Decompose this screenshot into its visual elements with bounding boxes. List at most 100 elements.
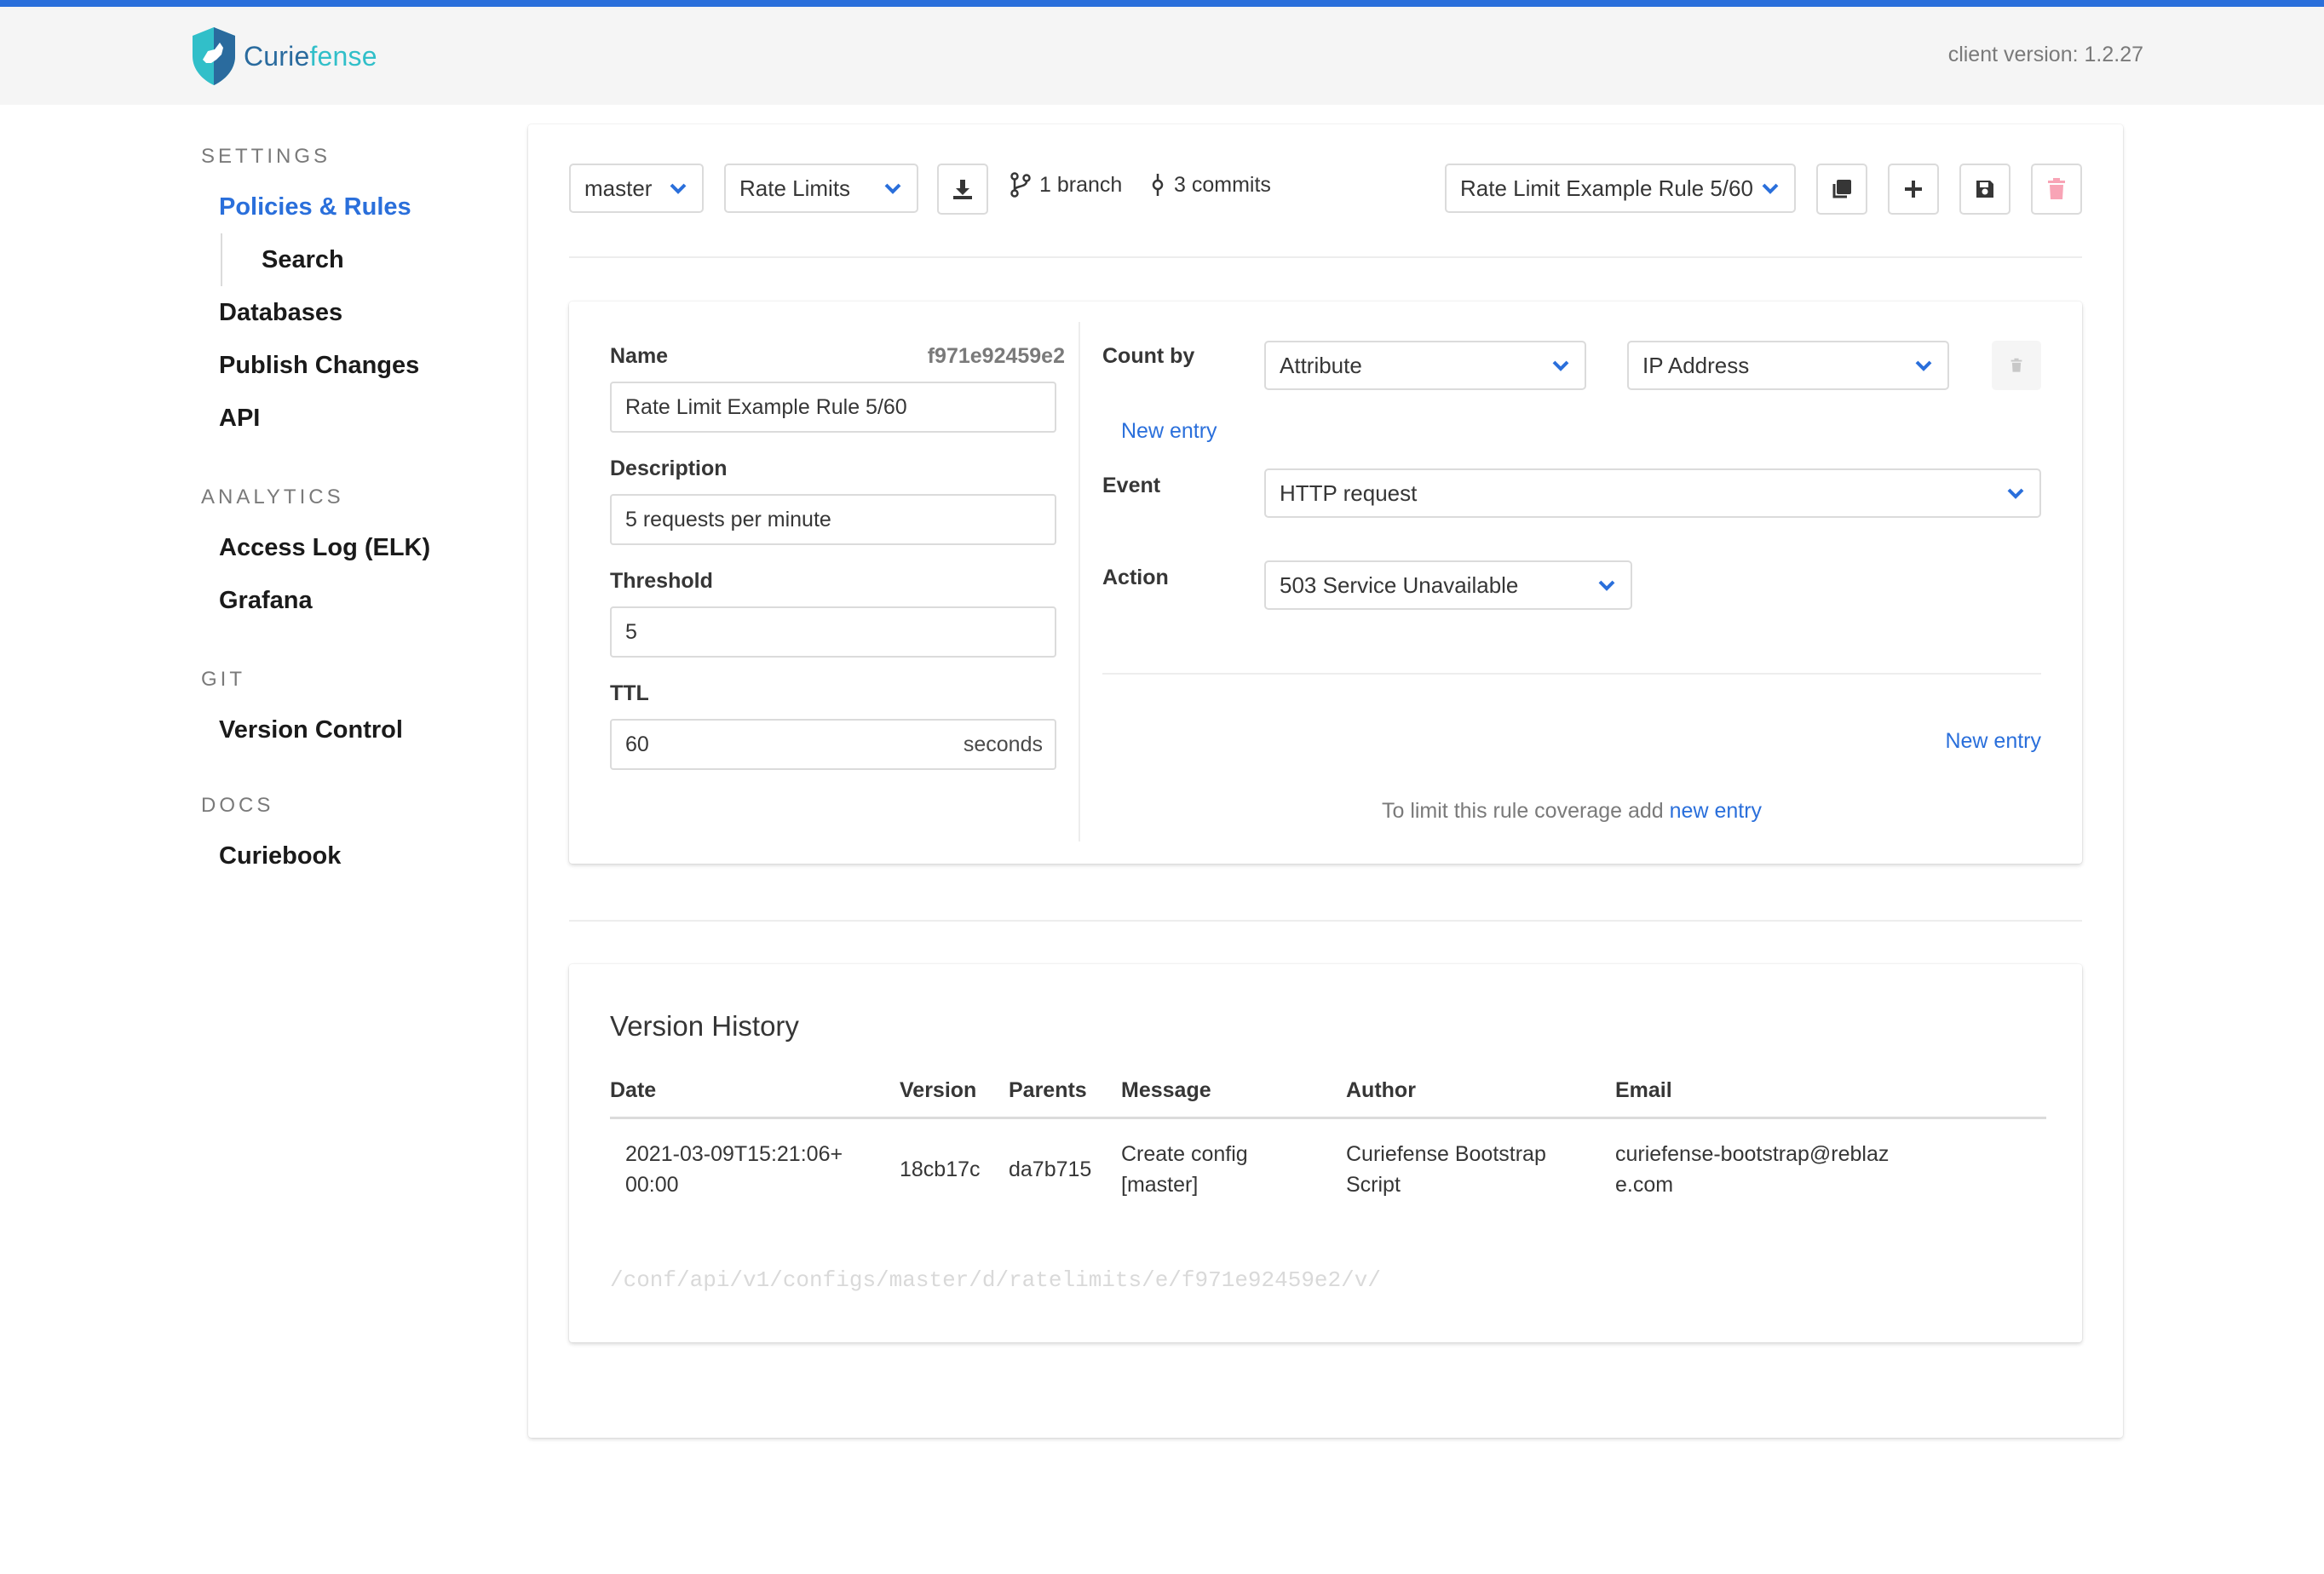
menu-item-api[interactable]: API [201, 392, 508, 445]
menu-label-settings: SETTINGS [201, 145, 331, 168]
shield-logo-icon [193, 27, 235, 85]
event-select[interactable]: HTTP request [1264, 468, 2041, 518]
menu-label-docs: DOCS [201, 794, 274, 817]
menu-item-version-control[interactable]: Version Control [201, 704, 508, 756]
action-value: 503 Service Unavailable [1280, 572, 1519, 598]
menu-item-databases[interactable]: Databases [201, 286, 508, 339]
chevron-down-icon [670, 165, 687, 211]
document-select-value: Rate Limit Example Rule 5/60 [1460, 175, 1753, 201]
menu-group-docs: DOCS Curiebook [201, 794, 508, 882]
column-header-author: Author [1346, 1065, 1615, 1119]
menu-item-grafana[interactable]: Grafana [201, 574, 508, 627]
menu-label-git: GIT [201, 668, 245, 691]
version-history-table: Date Version Parents Message Author Emai… [610, 1065, 2046, 1220]
trash-icon [2010, 358, 2022, 372]
threshold-input[interactable]: 5 [610, 606, 1056, 658]
logo-text: Curiefense [244, 40, 377, 72]
duplicate-button[interactable] [1816, 164, 1867, 215]
coverage-hint-text: To limit this rule coverage add [1381, 799, 1664, 823]
chevron-down-icon [1552, 342, 1569, 388]
event-label: Event [1102, 474, 1161, 497]
menu-item-publish-changes[interactable]: Publish Changes [201, 339, 508, 392]
commit-count-label: 3 commits [1174, 172, 1271, 197]
name-input[interactable]: Rate Limit Example Rule 5/60 [610, 382, 1056, 433]
menu-item-access-log[interactable]: Access Log (ELK) [201, 521, 508, 574]
threshold-label: Threshold [610, 569, 713, 593]
cell-email: curiefense-bootstrap@reblaze.com [1615, 1141, 1890, 1197]
doc-type-select-value: Rate Limits [739, 175, 851, 201]
delete-button[interactable] [2031, 164, 2082, 215]
header: Curiefense client version: 1.2.27 [0, 7, 2324, 105]
count-by-value: IP Address [1642, 353, 1750, 378]
toolbar-divider [569, 256, 2082, 258]
code-branch-icon [1010, 172, 1031, 198]
count-by-type-select[interactable]: Attribute [1264, 341, 1586, 390]
coverage-hint: To limit this rule coverage add new entr… [1102, 799, 2041, 824]
chevron-down-icon [1598, 562, 1615, 608]
column-header-email: Email [1615, 1065, 2046, 1119]
add-button[interactable] [1888, 164, 1939, 215]
menu-group-analytics: ANALYTICS Access Log (ELK) Grafana [201, 485, 508, 627]
ttl-unit: seconds [963, 732, 1043, 756]
rate-limit-form-card: Name f971e92459e2 Rate Limit Example Rul… [569, 302, 2082, 864]
menu-label-analytics: ANALYTICS [201, 485, 344, 508]
action-label: Action [1102, 566, 1169, 589]
version-history-card: Version History Date Version Parents Mes… [569, 964, 2082, 1342]
sidebar: SETTINGS Policies & Rules Search Databas… [201, 145, 508, 923]
new-count-by-entry-link[interactable]: New entry [1121, 419, 1217, 444]
document-id: f971e92459e2 [927, 344, 1065, 368]
column-divider [1079, 322, 1080, 842]
main-card: master Rate Limits 1 branch 3 commits Ra… [528, 124, 2123, 1438]
coverage-new-entry-link[interactable]: new entry [1670, 799, 1762, 823]
count-by-value-select[interactable]: IP Address [1627, 341, 1949, 390]
table-row[interactable]: 2021-03-09T15:21:06+00:00 18cb17c da7b71… [610, 1117, 2046, 1220]
section-divider [569, 920, 2082, 922]
form-divider [1102, 673, 2041, 675]
trash-icon [2048, 178, 2065, 199]
column-header-message: Message [1121, 1065, 1346, 1119]
api-path[interactable]: /conf/api/v1/configs/master/d/ratelimits… [610, 1267, 1381, 1293]
table-header-row: Date Version Parents Message Author Emai… [610, 1065, 2046, 1119]
top-accent-bar [0, 0, 2324, 7]
count-by-label: Count by [1102, 344, 1195, 368]
client-version: client version: 1.2.27 [1947, 43, 2143, 66]
action-select[interactable]: 503 Service Unavailable [1264, 560, 1632, 610]
menu-group-settings: SETTINGS Policies & Rules Search Databas… [201, 145, 508, 445]
ttl-value: 60 [625, 732, 649, 756]
branch-select-value: master [584, 175, 653, 201]
ttl-label: TTL [610, 681, 649, 705]
count-by-type-value: Attribute [1280, 353, 1362, 378]
cell-message: Create config [master] [1121, 1141, 1248, 1197]
doc-type-select[interactable]: Rate Limits [724, 164, 918, 213]
chevron-down-icon [1915, 342, 1932, 388]
logo[interactable]: Curiefense [189, 26, 377, 87]
new-entry-link[interactable]: New entry [1945, 729, 2041, 754]
remove-count-by-button[interactable] [1992, 341, 2041, 390]
plus-icon [1905, 181, 1922, 198]
branch-select[interactable]: master [569, 164, 704, 213]
ttl-input[interactable]: 60 seconds [610, 719, 1056, 770]
description-label: Description [610, 457, 728, 480]
copy-icon [1832, 180, 1851, 198]
name-label: Name [610, 344, 669, 368]
version-history-title: Version History [610, 1010, 799, 1042]
menu-item-search[interactable]: Search [221, 233, 508, 286]
cell-date: 2021-03-09T15:21:06+00:00 [625, 1141, 843, 1197]
event-value: HTTP request [1280, 480, 1418, 506]
branch-count-label: 1 branch [1039, 172, 1123, 197]
commit-count[interactable]: 3 commits [1150, 172, 1271, 198]
menu-item-curiebook[interactable]: Curiebook [201, 830, 508, 882]
column-header-parents: Parents [1009, 1065, 1121, 1119]
menu-item-policies-rules[interactable]: Policies & Rules [201, 181, 508, 233]
menu-group-git: GIT Version Control [201, 668, 508, 756]
cell-version: 18cb17c [900, 1157, 981, 1181]
cell-author: Curiefense Bootstrap Script [1346, 1141, 1546, 1197]
chevron-down-icon [884, 165, 901, 211]
save-button[interactable] [1959, 164, 2010, 215]
download-button[interactable] [937, 164, 988, 215]
commit-icon [1152, 174, 1164, 196]
cell-parents: da7b715 [1009, 1157, 1092, 1181]
document-select[interactable]: Rate Limit Example Rule 5/60 [1445, 164, 1796, 213]
branch-count[interactable]: 1 branch [1010, 172, 1122, 198]
description-input[interactable]: 5 requests per minute [610, 494, 1056, 545]
